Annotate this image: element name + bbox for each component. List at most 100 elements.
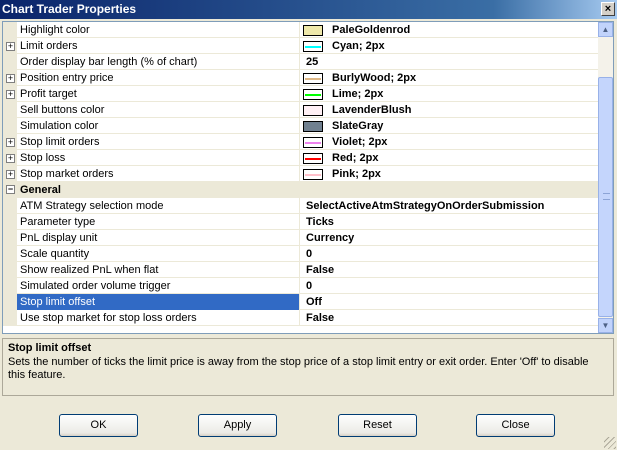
property-value[interactable]: Ticks: [306, 214, 602, 230]
property-value[interactable]: SelectActiveAtmStrategyOnOrderSubmission: [306, 198, 602, 214]
property-value[interactable]: False: [306, 262, 602, 278]
row-gutter: +: [3, 38, 17, 54]
swatch-line: [305, 174, 321, 176]
property-row[interactable]: Show realized PnL when flat False: [3, 262, 599, 278]
property-name: PnL display unit: [20, 230, 300, 246]
property-name: Profit target: [20, 86, 300, 102]
property-row[interactable]: Order display bar length (% of chart) 25: [3, 54, 599, 70]
property-value[interactable]: SlateGray: [332, 118, 599, 134]
expand-plus-icon[interactable]: +: [6, 90, 15, 99]
color-swatch: [303, 137, 323, 148]
property-value[interactable]: 0: [306, 278, 602, 294]
property-name: Simulation color: [20, 118, 300, 134]
swatch-line: [305, 94, 321, 96]
property-row[interactable]: + Stop market orders Pink; 2px: [3, 166, 599, 182]
color-swatch: [303, 169, 323, 180]
scroll-down-button[interactable]: ▼: [598, 318, 613, 333]
row-gutter: [3, 262, 17, 278]
help-panel: Stop limit offset Sets the number of tic…: [2, 338, 614, 396]
property-row[interactable]: Parameter type Ticks: [3, 214, 599, 230]
color-swatch: [303, 121, 323, 132]
ok-button[interactable]: OK: [59, 414, 138, 437]
property-row[interactable]: Simulated order volume trigger 0: [3, 278, 599, 294]
property-name: ATM Strategy selection mode: [20, 198, 300, 214]
scroll-thumb[interactable]: [598, 77, 613, 317]
property-name: Simulated order volume trigger: [20, 278, 300, 294]
property-row[interactable]: + Stop limit orders Violet; 2px: [3, 134, 599, 150]
swatch-line: [305, 78, 321, 80]
property-grid[interactable]: Highlight color PaleGoldenrod + Limit order…: [2, 21, 614, 334]
scroll-grip-icon: [603, 193, 610, 200]
property-name: Position entry price: [20, 70, 300, 86]
property-value[interactable]: Violet; 2px: [332, 134, 599, 150]
property-name: Stop limit offset: [17, 294, 300, 310]
row-gutter: +: [3, 150, 17, 166]
property-value[interactable]: Cyan; 2px: [332, 38, 599, 54]
property-value[interactable]: False: [306, 310, 602, 326]
property-value[interactable]: Red; 2px: [332, 150, 599, 166]
property-value[interactable]: LavenderBlush: [332, 102, 599, 118]
row-gutter: [3, 230, 17, 246]
vertical-scrollbar[interactable]: ▲ ▼: [598, 22, 613, 333]
expand-plus-icon[interactable]: +: [6, 170, 15, 179]
property-row[interactable]: Stop limit offset Off: [3, 294, 599, 310]
swatch-line: [305, 142, 321, 144]
color-swatch: [303, 41, 323, 52]
apply-button[interactable]: Apply: [198, 414, 277, 437]
property-name: Limit orders: [20, 38, 300, 54]
property-row[interactable]: Use stop market for stop loss orders Fals…: [3, 310, 599, 326]
row-gutter: [3, 294, 17, 310]
color-swatch: [303, 73, 323, 84]
row-gutter: [3, 54, 17, 70]
property-value[interactable]: BurlyWood; 2px: [332, 70, 599, 86]
title-bar: Chart Trader Properties ×: [0, 0, 617, 19]
property-name: Highlight color: [20, 22, 300, 38]
property-row[interactable]: Simulation color SlateGray: [3, 118, 599, 134]
property-value[interactable]: 25: [306, 54, 602, 70]
row-gutter: [3, 214, 17, 230]
property-value[interactable]: Off: [306, 294, 602, 310]
property-row[interactable]: Highlight color PaleGoldenrod: [3, 22, 599, 38]
category-general[interactable]: − General: [3, 182, 599, 198]
swatch-line: [305, 46, 321, 48]
property-name: Order display bar length (% of chart): [20, 54, 300, 70]
property-row[interactable]: ATM Strategy selection mode SelectActiveA…: [3, 198, 599, 214]
property-name: Stop market orders: [20, 166, 300, 182]
property-name: Parameter type: [20, 214, 300, 230]
property-value[interactable]: Lime; 2px: [332, 86, 599, 102]
color-swatch: [303, 153, 323, 164]
row-gutter: [3, 198, 17, 214]
property-row[interactable]: PnL display unit Currency: [3, 230, 599, 246]
row-gutter: [3, 278, 17, 294]
close-window-button[interactable]: ×: [601, 2, 615, 16]
property-row[interactable]: Sell buttons color LavenderBlush: [3, 102, 599, 118]
property-value[interactable]: Pink; 2px: [332, 166, 599, 182]
property-row[interactable]: + Position entry price BurlyWood; 2px: [3, 70, 599, 86]
scroll-up-button[interactable]: ▲: [598, 22, 613, 37]
expand-plus-icon[interactable]: +: [6, 138, 15, 147]
expand-plus-icon[interactable]: +: [6, 154, 15, 163]
property-name: Sell buttons color: [20, 102, 300, 118]
color-swatch: [303, 25, 323, 36]
property-name: Stop limit orders: [20, 134, 300, 150]
expand-plus-icon[interactable]: +: [6, 42, 15, 51]
color-swatch: [303, 89, 323, 100]
row-gutter: [3, 246, 17, 262]
property-row[interactable]: + Stop loss Red; 2px: [3, 150, 599, 166]
close-button[interactable]: Close: [476, 414, 555, 437]
property-row[interactable]: Scale quantity 0: [3, 246, 599, 262]
property-name: Use stop market for stop loss orders: [20, 310, 300, 326]
property-row[interactable]: + Profit target Lime; 2px: [3, 86, 599, 102]
property-value[interactable]: PaleGoldenrod: [332, 22, 599, 38]
row-gutter: [3, 310, 17, 326]
property-value[interactable]: Currency: [306, 230, 602, 246]
row-gutter: [3, 22, 17, 38]
reset-button[interactable]: Reset: [338, 414, 417, 437]
expand-plus-icon[interactable]: +: [6, 74, 15, 83]
property-value[interactable]: 0: [306, 246, 602, 262]
color-swatch: [303, 105, 323, 116]
collapse-minus-icon[interactable]: −: [6, 185, 15, 194]
property-row[interactable]: + Limit orders Cyan; 2px: [3, 38, 599, 54]
help-description: Sets the number of ticks the limit price…: [8, 356, 589, 381]
resize-grip-icon[interactable]: [604, 437, 616, 449]
